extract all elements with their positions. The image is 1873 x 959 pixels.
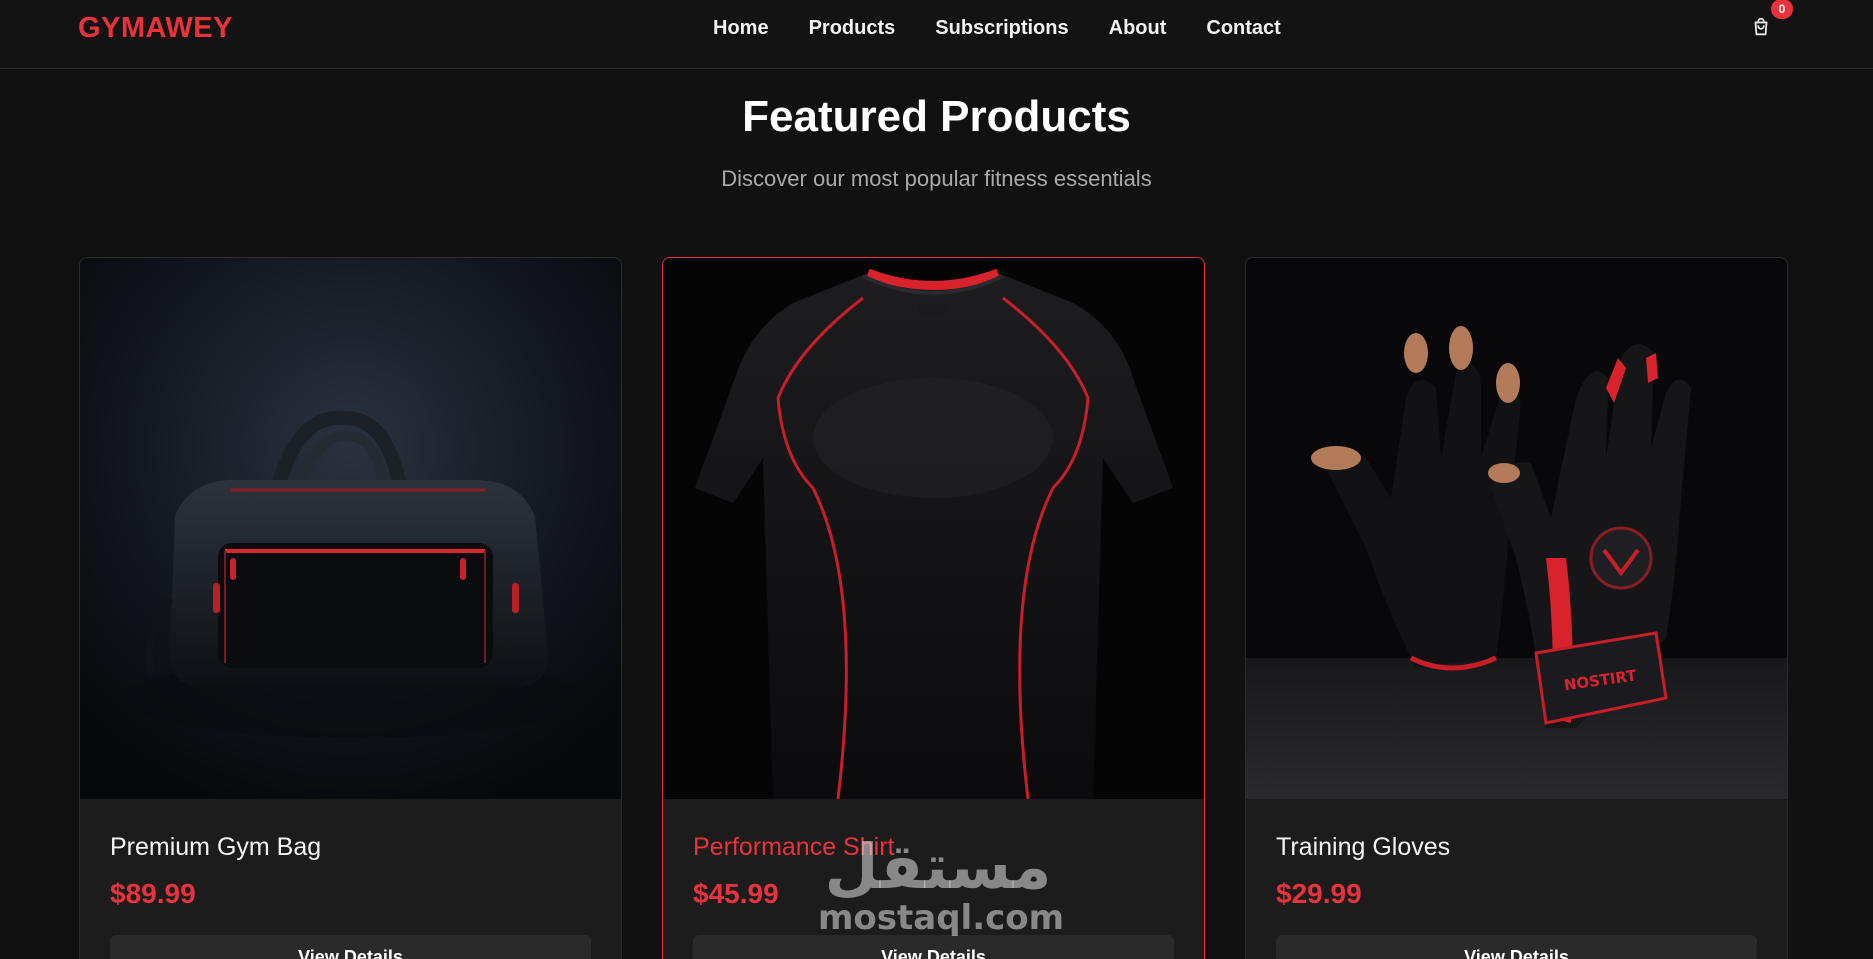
product-card-gym-bag[interactable]: Premium Gym Bag $89.99 View Details [79, 257, 622, 959]
product-name[interactable]: Training Gloves [1276, 833, 1450, 862]
section-title: Featured Products [742, 92, 1131, 141]
product-image-training-gloves[interactable]: NOSTIRT [1246, 258, 1787, 799]
nav-link-contact[interactable]: Contact [1206, 17, 1280, 40]
nav-link-subscriptions[interactable]: Subscriptions [935, 17, 1068, 40]
product-price: $89.99 [110, 878, 196, 909]
watermark: مستقل mostaql.com [818, 830, 1065, 950]
product-price: $29.99 [1276, 878, 1362, 909]
product-name[interactable]: Premium Gym Bag [110, 833, 321, 862]
section-subtitle: Discover our most popular fitness essent… [721, 166, 1152, 191]
nav-link-products[interactable]: Products [809, 17, 896, 40]
main-nav: Home Products Subscriptions About Contac… [713, 17, 1281, 40]
view-details-button[interactable]: View Details [110, 935, 591, 959]
cart-button[interactable] [1750, 16, 1776, 42]
watermark-latin: mostaql.com [818, 898, 1065, 938]
product-image-performance-shirt[interactable] [663, 258, 1204, 799]
shopping-bag-icon [1750, 17, 1772, 42]
product-price: $45.99 [693, 878, 779, 909]
navbar: GYMAWEY Home Products Subscriptions Abou… [0, 0, 1873, 69]
nav-link-about[interactable]: About [1109, 17, 1167, 40]
brand-logo[interactable]: GYMAWEY [78, 12, 233, 45]
watermark-arabic: مستقل [824, 830, 1052, 903]
view-details-button[interactable]: View Details [1276, 935, 1757, 959]
product-image-gym-bag[interactable] [80, 258, 621, 799]
cart-count-badge: 0 [1771, 0, 1793, 19]
nav-link-home[interactable]: Home [713, 17, 769, 40]
product-card-training-gloves[interactable]: NOSTIRT Training Gloves $29.99 View Deta… [1245, 257, 1788, 959]
